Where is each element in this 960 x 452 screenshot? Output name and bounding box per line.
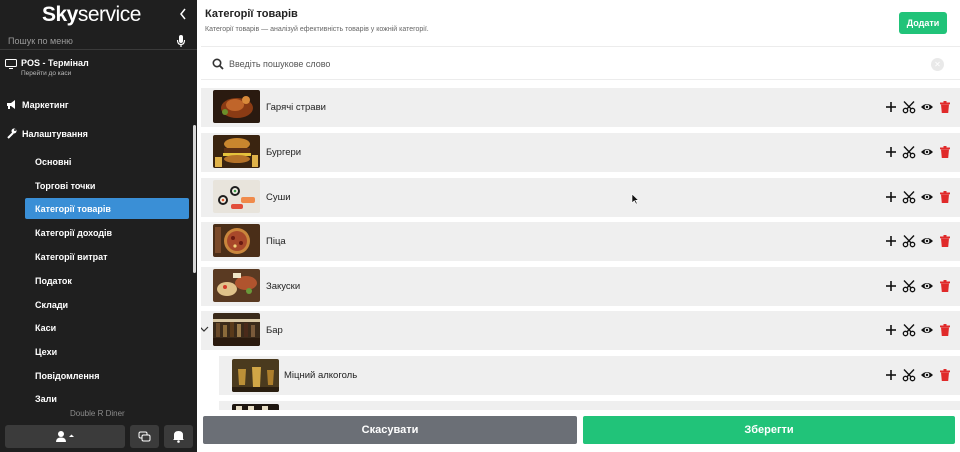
- eye-icon[interactable]: [920, 190, 934, 204]
- sidebar-sub-notifications[interactable]: Повідомлення: [25, 365, 189, 386]
- sidebar-item-marketing[interactable]: Маркетинг: [0, 94, 190, 116]
- monitor-icon: [5, 59, 17, 69]
- category-thumbnail: [213, 180, 260, 213]
- category-name: Закуски: [266, 281, 301, 292]
- plus-icon[interactable]: [884, 368, 898, 382]
- category-thumbnail: [213, 135, 260, 168]
- eye-icon[interactable]: [920, 323, 934, 337]
- category-thumbnail: [213, 90, 260, 123]
- trash-icon[interactable]: [938, 323, 952, 337]
- sidebar-sub-general[interactable]: Основні: [25, 151, 189, 172]
- menu-search: [0, 32, 197, 50]
- bell-icon: [173, 431, 184, 443]
- eye-icon[interactable]: [920, 368, 934, 382]
- category-row-sushi[interactable]: Суши: [201, 178, 960, 217]
- mouse-cursor-icon: [631, 193, 639, 205]
- trash-icon[interactable]: [938, 145, 952, 159]
- search-input[interactable]: Введіть пошукове слово: [229, 59, 330, 69]
- menu-search-input[interactable]: [8, 34, 168, 48]
- trash-icon[interactable]: [938, 279, 952, 293]
- sidebar-sub-outlets[interactable]: Торгові точки: [25, 175, 189, 196]
- sidebar-sub-product-categories[interactable]: Категорії товарів: [25, 198, 189, 219]
- category-search[interactable]: Введіть пошукове слово ✕: [201, 46, 960, 80]
- chat-icon: [138, 431, 151, 442]
- category-row-pizza[interactable]: Піца: [201, 222, 960, 261]
- eye-icon[interactable]: [920, 234, 934, 248]
- trash-icon[interactable]: [938, 190, 952, 204]
- scissors-icon[interactable]: [902, 323, 916, 337]
- sidebar-sub-tax[interactable]: Податок: [25, 270, 189, 291]
- user-menu-button[interactable]: [5, 425, 125, 448]
- skyservice-logo[interactable]: Skyservice: [42, 3, 141, 27]
- category-name: Суши: [266, 192, 291, 203]
- microphone-icon[interactable]: [176, 34, 186, 48]
- megaphone-icon: [7, 100, 15, 109]
- pos-subtitle: Перейти до каси: [21, 70, 72, 77]
- eye-icon[interactable]: [920, 100, 934, 114]
- sidebar-sub-income-categories[interactable]: Категорії доходів: [25, 222, 189, 243]
- sidebar-sub-workshops[interactable]: Цехи: [25, 341, 189, 362]
- category-name: Міцний алкоголь: [284, 370, 358, 381]
- category-row-hot-dishes[interactable]: Гарячі страви: [201, 88, 960, 127]
- plus-icon[interactable]: [884, 100, 898, 114]
- notifications-button[interactable]: [164, 425, 193, 448]
- plus-icon[interactable]: [884, 145, 898, 159]
- category-name: Бар: [266, 325, 283, 336]
- sidebar: Skyservice POS - Термінал Перейти до кас…: [0, 0, 197, 452]
- scissors-icon[interactable]: [902, 368, 916, 382]
- eye-icon[interactable]: [920, 279, 934, 293]
- category-row-strong-alcohol[interactable]: Міцний алкоголь: [219, 356, 960, 395]
- category-list: Гарячі страви Бургери Суши Піца Закуски …: [201, 82, 960, 410]
- plus-icon[interactable]: [884, 190, 898, 204]
- category-row-partial[interactable]: [219, 401, 960, 410]
- trash-icon[interactable]: [938, 368, 952, 382]
- save-button[interactable]: Зберегти: [583, 416, 955, 444]
- category-name: Гарячі страви: [266, 102, 326, 113]
- pos-terminal-link[interactable]: POS - Термінал Перейти до каси: [0, 52, 190, 82]
- plus-icon[interactable]: [884, 323, 898, 337]
- main-content: Категорії товарів Категорії товарів — ан…: [197, 0, 960, 452]
- collapse-sidebar-icon[interactable]: [178, 6, 190, 24]
- scissors-icon[interactable]: [902, 190, 916, 204]
- chevron-down-icon[interactable]: [201, 324, 210, 334]
- store-name: Double R Diner: [70, 409, 125, 418]
- plus-icon[interactable]: [884, 234, 898, 248]
- trash-icon[interactable]: [938, 100, 952, 114]
- sidebar-item-settings[interactable]: Налаштування: [0, 123, 190, 145]
- bottom-bar: Скасувати Зберегти: [197, 410, 960, 452]
- scissors-icon[interactable]: [902, 145, 916, 159]
- page-title: Категорії товарів: [205, 8, 298, 20]
- cancel-button[interactable]: Скасувати: [203, 416, 577, 444]
- scissors-icon[interactable]: [902, 100, 916, 114]
- wrench-icon: [7, 128, 17, 139]
- category-name: Піца: [266, 236, 286, 247]
- category-name: Бургери: [266, 147, 302, 158]
- category-thumbnail: [213, 313, 260, 346]
- category-thumbnail: [232, 359, 279, 392]
- scissors-icon[interactable]: [902, 279, 916, 293]
- user-icon: [56, 431, 74, 442]
- sidebar-sub-registers[interactable]: Каси: [25, 317, 189, 338]
- add-button[interactable]: Додати: [899, 12, 947, 34]
- sidebar-sub-halls[interactable]: Зали: [25, 388, 189, 409]
- chat-button[interactable]: [130, 425, 159, 448]
- category-thumbnail: [213, 224, 260, 257]
- category-row-snacks[interactable]: Закуски: [201, 267, 960, 306]
- page-subtitle: Категорії товарів — аналізуй ефективніст…: [205, 26, 429, 33]
- trash-icon[interactable]: [938, 234, 952, 248]
- eye-icon[interactable]: [920, 145, 934, 159]
- category-row-bar[interactable]: Бар: [201, 311, 960, 350]
- plus-icon[interactable]: [884, 279, 898, 293]
- scissors-icon[interactable]: [902, 234, 916, 248]
- sidebar-scrollbar[interactable]: [193, 125, 196, 273]
- search-icon: [212, 58, 224, 70]
- pos-title: POS - Термінал: [21, 58, 89, 68]
- category-thumbnail: [213, 269, 260, 302]
- sidebar-sub-expense-categories[interactable]: Категорії витрат: [25, 246, 189, 267]
- category-row-burgers[interactable]: Бургери: [201, 133, 960, 172]
- clear-search-icon[interactable]: ✕: [931, 58, 944, 71]
- sidebar-sub-warehouses[interactable]: Склади: [25, 294, 189, 315]
